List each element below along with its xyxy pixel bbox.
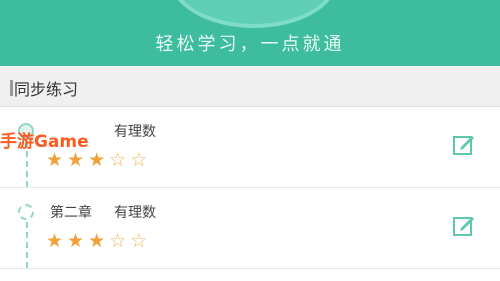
rating-stars: ★★★☆☆ xyxy=(46,230,151,252)
header-slogan: 轻松学习，一点就通 xyxy=(155,34,345,55)
star-icon: ★ xyxy=(88,230,110,252)
watermark-text: 手游Game xyxy=(0,132,89,152)
section-marker xyxy=(10,80,13,96)
edit-icon[interactable] xyxy=(452,214,476,238)
star-icon: ★ xyxy=(88,149,110,171)
list-item[interactable]: 第二章 有理数 ★★★☆☆ xyxy=(0,188,500,269)
star-icon: ☆ xyxy=(109,230,131,252)
star-icon: ☆ xyxy=(130,230,152,252)
star-icon: ☆ xyxy=(109,149,131,171)
header-avatar-circle xyxy=(170,0,338,28)
star-icon: ★ xyxy=(46,230,68,252)
app-header: 轻松学习，一点就通 xyxy=(0,0,500,66)
rating-stars: ★★★☆☆ xyxy=(46,149,151,171)
star-icon: ★ xyxy=(46,149,68,171)
subject-label: 有理数 xyxy=(114,124,156,140)
timeline-line xyxy=(26,222,28,268)
star-icon: ★ xyxy=(67,149,89,171)
edit-icon[interactable] xyxy=(452,133,476,157)
section-title: 同步练习 xyxy=(14,80,79,99)
star-icon: ☆ xyxy=(130,149,152,171)
star-icon: ★ xyxy=(67,230,89,252)
chapter-label: 第二章 xyxy=(50,205,92,221)
timeline-node xyxy=(18,204,34,220)
section-header: 同步练习 xyxy=(0,66,500,107)
subject-label: 有理数 xyxy=(114,205,156,221)
